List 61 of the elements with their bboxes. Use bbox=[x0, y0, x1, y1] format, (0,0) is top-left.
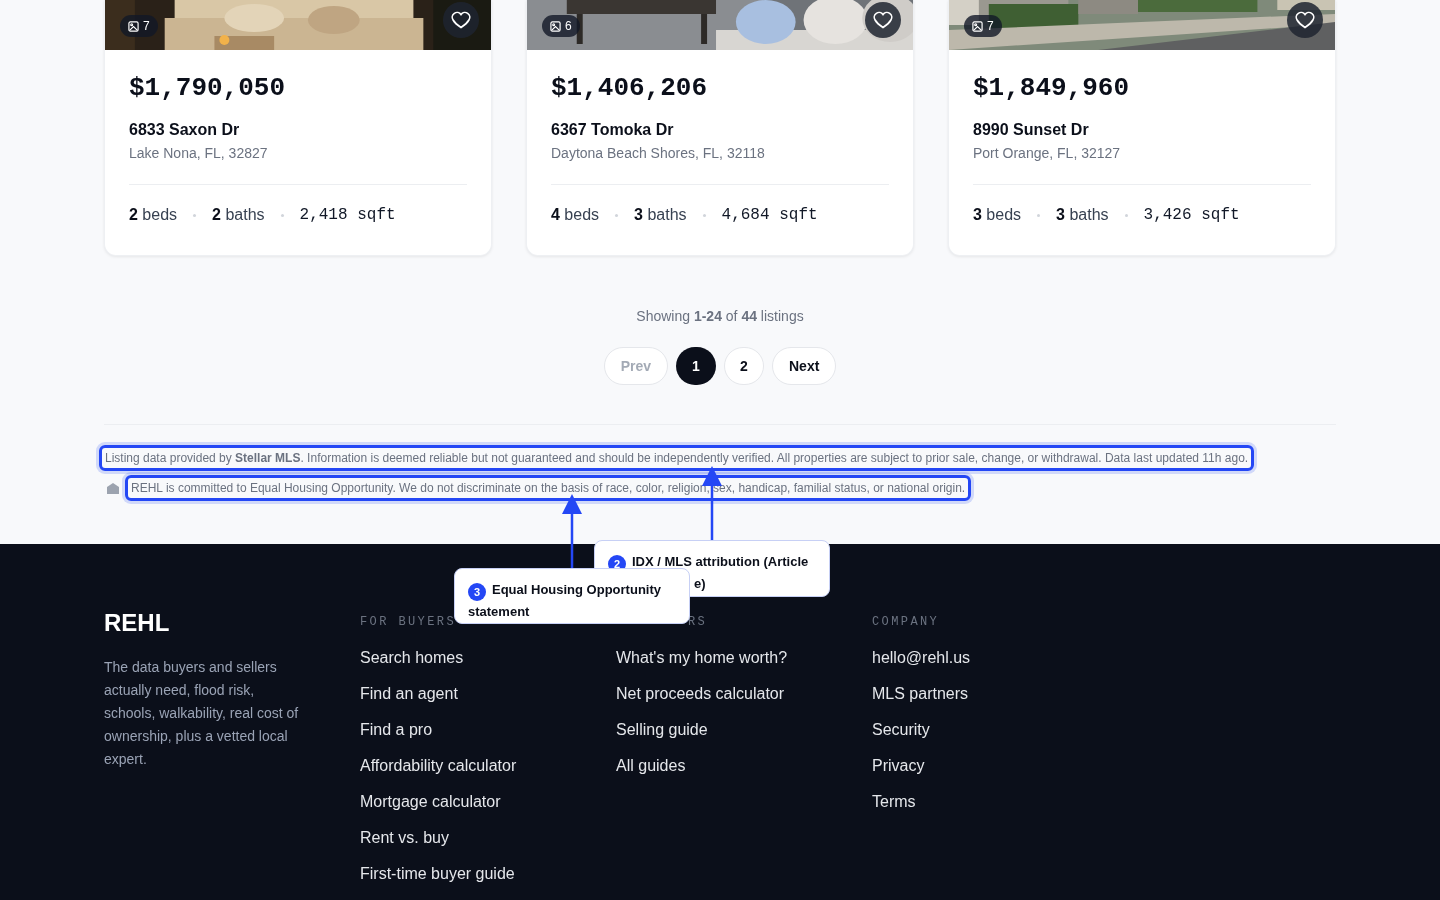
footer-heading: FOR BUYERS bbox=[360, 615, 456, 629]
footer-link[interactable]: Net proceeds calculator bbox=[616, 682, 872, 706]
listing-city: Lake Nona, FL, 32827 bbox=[129, 144, 269, 163]
next-button[interactable]: Next bbox=[772, 347, 837, 385]
beds-count: 4 beds bbox=[551, 205, 600, 225]
square-footage: 4,684 sqft bbox=[721, 205, 818, 226]
footer-tagline: The data buyers and sellers actually need, flood risk, schools, walkability, real cost of ownership, plus a vetted local expert. bbox=[104, 658, 300, 769]
footer-link[interactable]: Find a pro bbox=[360, 718, 616, 742]
footer-heading: RS bbox=[688, 615, 708, 629]
beds-count: 2 beds bbox=[129, 205, 178, 225]
footer-link[interactable]: Search homes bbox=[360, 646, 616, 670]
listing-price: $1,406,206 bbox=[551, 72, 709, 104]
page-button[interactable]: 2 bbox=[724, 347, 764, 385]
photo-count-badge: 7 bbox=[964, 15, 1002, 37]
image-icon bbox=[550, 20, 561, 32]
annotation-number: 3 bbox=[468, 583, 486, 601]
annotation-label: statement bbox=[468, 604, 530, 619]
square-footage: 2,418 sqft bbox=[299, 205, 396, 226]
baths-count: 2 baths bbox=[212, 205, 265, 225]
footer-link[interactable]: hello@rehl.us bbox=[872, 646, 1128, 670]
image-icon bbox=[972, 20, 983, 32]
listing-city: Daytona Beach Shores, FL, 32118 bbox=[551, 144, 766, 163]
listing-address: 8990 Sunset Dr bbox=[973, 120, 1090, 140]
heart-icon bbox=[451, 10, 471, 30]
annotation-label: e) bbox=[694, 576, 706, 591]
page-button[interactable]: 1 bbox=[676, 347, 716, 385]
disclaimer-text: Listing data provided by Stellar MLS. Information is deemed reliable but not guaranteed and should be independently verified. All properties are subject to prior sale, change, or withdrawal. Data last updated 11h ago. bbox=[99, 445, 1255, 471]
baths-count: 3 baths bbox=[1056, 205, 1109, 225]
footer-link[interactable]: MLS partners bbox=[872, 682, 1128, 706]
footer-link[interactable]: First-time buyer guide bbox=[360, 862, 616, 886]
listing-card[interactable]: 7 $1,849,960 8990 Sunset Dr Port Orange, FL, 32127 3 beds 3 baths 3,426 sqft bbox=[948, 0, 1336, 256]
listing-address: 6367 Tomoka Dr bbox=[551, 120, 675, 140]
footer-link[interactable]: Mortgage calculator bbox=[360, 790, 616, 814]
footer-link[interactable]: Security bbox=[872, 718, 1128, 742]
listing-card[interactable]: 7 $1,790,050 6833 Saxon Dr Lake Nona, FL, 32827 2 beds 2 baths 2,418 sqft bbox=[104, 0, 492, 256]
listing-address: 6833 Saxon Dr bbox=[129, 120, 241, 140]
footer-link[interactable]: Terms bbox=[872, 790, 1128, 814]
footer-link[interactable]: Rent vs. buy bbox=[360, 826, 616, 850]
beds-count: 3 beds bbox=[973, 205, 1022, 225]
heart-icon bbox=[873, 10, 893, 30]
annotation-label: IDX / MLS attribution (Article bbox=[632, 552, 809, 571]
photo-count-badge: 6 bbox=[542, 15, 580, 37]
footer-link[interactable]: Privacy bbox=[872, 754, 1128, 778]
footer-link[interactable]: Selling guide bbox=[616, 718, 872, 742]
footer-link[interactable]: Affordability calculator bbox=[360, 754, 616, 778]
brand-logo[interactable]: REHL bbox=[104, 608, 360, 638]
annotation-label: Equal Housing Opportunity bbox=[492, 580, 661, 599]
footer-link[interactable]: All guides bbox=[616, 754, 872, 778]
listing-card[interactable]: 6 $1,406,206 6367 Tomoka Dr Daytona Beach Shores, FL, 32118 4 beds 3 baths 4,684 sqft bbox=[526, 0, 914, 256]
square-footage: 3,426 sqft bbox=[1143, 205, 1240, 226]
heart-icon bbox=[1295, 10, 1315, 30]
listing-city: Port Orange, FL, 32127 bbox=[973, 144, 1122, 163]
image-icon bbox=[128, 20, 139, 32]
baths-count: 3 baths bbox=[634, 205, 687, 225]
footer-link[interactable]: Find an agent bbox=[360, 682, 616, 706]
results-summary: Showing 1-24 of 44 listings bbox=[635, 307, 805, 326]
listing-price: $1,790,050 bbox=[129, 72, 287, 104]
footer-heading: COMPANY bbox=[872, 615, 940, 629]
listing-price: $1,849,960 bbox=[973, 72, 1131, 104]
photo-count-badge: 7 bbox=[120, 15, 158, 37]
footer-link[interactable]: What's my home worth? bbox=[616, 646, 872, 670]
